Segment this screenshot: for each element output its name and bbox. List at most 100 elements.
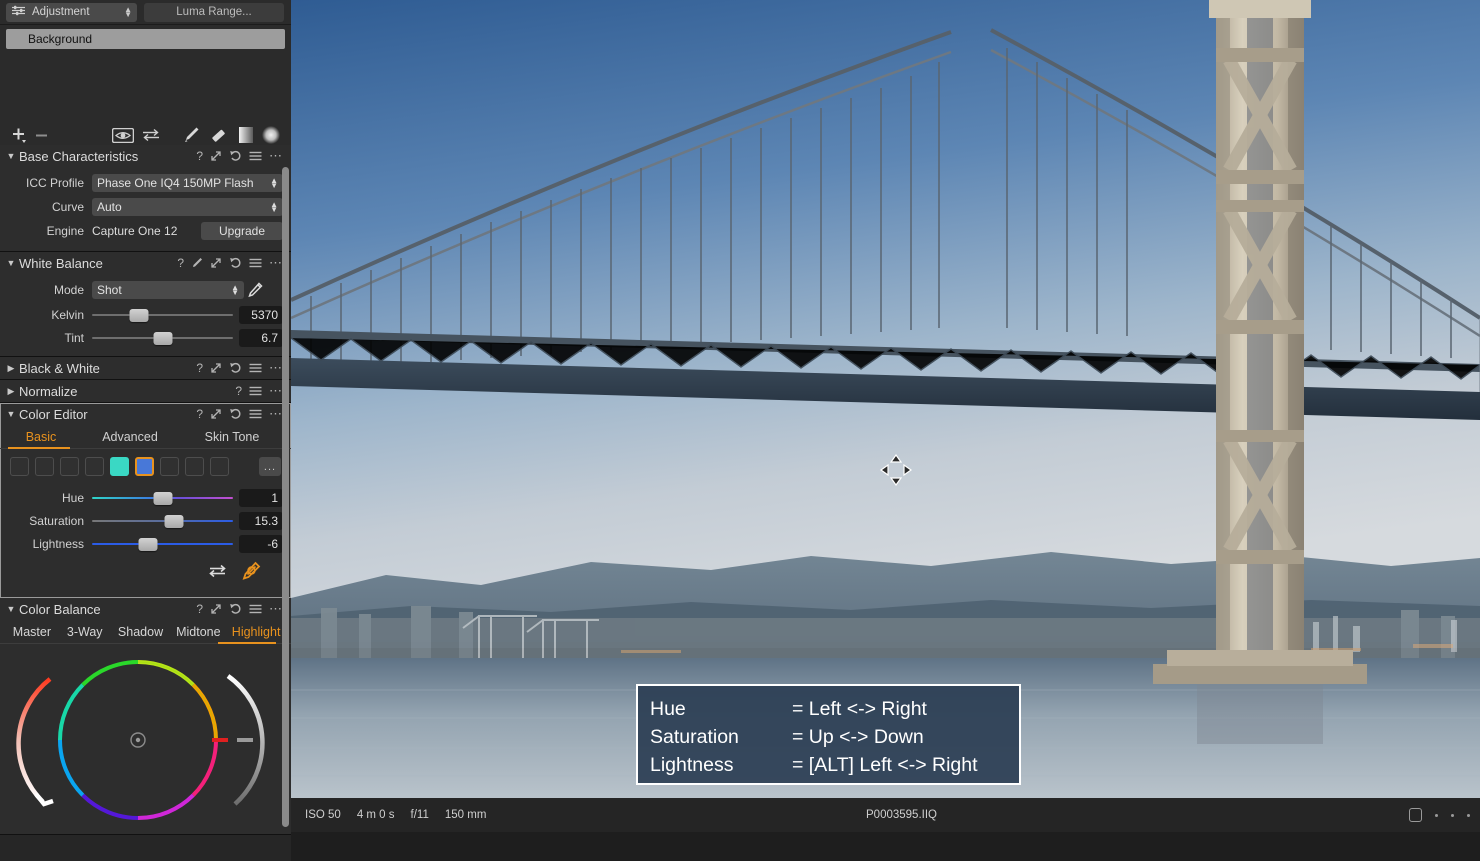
expand-icon[interactable] bbox=[210, 362, 222, 374]
menu-icon[interactable] bbox=[249, 258, 262, 268]
help-icon[interactable]: ? bbox=[196, 361, 203, 375]
more-icon[interactable]: ⋯ bbox=[269, 361, 283, 374]
color-swatch-8[interactable] bbox=[185, 457, 204, 476]
remove-layer-icon[interactable] bbox=[30, 128, 52, 143]
color-swatch-4[interactable] bbox=[85, 457, 104, 476]
dot-icon[interactable] bbox=[1451, 813, 1454, 817]
tint-knob[interactable] bbox=[153, 331, 172, 345]
dot-icon[interactable] bbox=[1435, 813, 1438, 817]
expand-icon[interactable] bbox=[210, 603, 222, 615]
saturation-slider[interactable] bbox=[92, 512, 233, 530]
add-layer-icon[interactable] bbox=[8, 127, 30, 144]
tools-scroll-area[interactable]: ▼ Base Characteristics ? ⋯ ICC Profile P… bbox=[0, 145, 291, 861]
tool-header-white-balance[interactable]: ▼ White Balance ? ⋯ bbox=[0, 252, 291, 274]
color-balance-wheel[interactable] bbox=[0, 644, 291, 834]
tab-3-way[interactable]: 3-Way bbox=[58, 625, 112, 643]
chevron-right-icon[interactable]: ▶ bbox=[5, 363, 17, 374]
chevron-down-icon[interactable]: ▼ bbox=[5, 258, 17, 268]
tool-header-color-balance[interactable]: ▼ Color Balance ? ⋯ bbox=[0, 598, 291, 620]
color-swatch-2[interactable] bbox=[35, 457, 54, 476]
menu-icon[interactable] bbox=[249, 151, 262, 161]
kelvin-value[interactable]: 5370 bbox=[239, 305, 283, 324]
kelvin-knob[interactable] bbox=[129, 308, 149, 322]
hue-slider[interactable] bbox=[92, 489, 233, 507]
color-swatch-5[interactable] bbox=[110, 457, 129, 476]
swap-arrows-icon[interactable] bbox=[208, 564, 227, 583]
swap-icon[interactable] bbox=[137, 128, 165, 142]
tint-slider[interactable] bbox=[92, 329, 233, 347]
lightness-knob[interactable] bbox=[138, 537, 158, 551]
more-swatches-button[interactable]: ... bbox=[259, 457, 281, 476]
color-swatch-1[interactable] bbox=[10, 457, 29, 476]
lightness-slider[interactable] bbox=[92, 535, 233, 553]
tools-scrollbar[interactable] bbox=[282, 167, 289, 827]
menu-icon[interactable] bbox=[249, 409, 262, 419]
icc-profile-dropdown[interactable]: Phase One IQ4 150MP Flash ▲ ▼ bbox=[92, 173, 283, 192]
tab-advanced[interactable]: Advanced bbox=[78, 430, 182, 444]
proof-square-icon[interactable] bbox=[1409, 808, 1422, 822]
expand-icon[interactable] bbox=[210, 257, 222, 269]
reset-icon[interactable] bbox=[229, 603, 242, 615]
menu-icon[interactable] bbox=[249, 363, 262, 373]
menu-icon[interactable] bbox=[249, 386, 262, 396]
chevron-down-icon[interactable]: ▼ bbox=[5, 604, 17, 614]
help-icon[interactable]: ? bbox=[196, 407, 203, 421]
saturation-value[interactable]: 15.3 bbox=[239, 511, 283, 530]
saturation-knob[interactable] bbox=[164, 514, 184, 528]
dot-icon[interactable] bbox=[1467, 813, 1470, 817]
tab-highlight[interactable]: Highlight bbox=[227, 625, 285, 643]
reset-icon[interactable] bbox=[229, 150, 242, 162]
tool-header-color-editor[interactable]: ▼ Color Editor ? ⋯ bbox=[0, 403, 291, 425]
more-icon[interactable]: ⋯ bbox=[269, 149, 283, 162]
eraser-icon[interactable] bbox=[205, 125, 233, 145]
color-swatch-9[interactable] bbox=[210, 457, 229, 476]
eye-icon[interactable] bbox=[109, 127, 137, 143]
tool-header-black-and-white[interactable]: ▶ Black & White ? ⋯ bbox=[0, 357, 291, 379]
tab-basic[interactable]: Basic bbox=[4, 430, 78, 444]
gradient-mask-icon[interactable] bbox=[233, 127, 259, 143]
help-icon[interactable]: ? bbox=[196, 602, 203, 616]
more-icon[interactable]: ⋯ bbox=[269, 602, 283, 615]
menu-icon[interactable] bbox=[249, 604, 262, 614]
color-picker-icon[interactable] bbox=[241, 561, 261, 586]
adjustment-dropdown[interactable]: Adjustment ▲ ▼ bbox=[6, 2, 137, 22]
brush-icon[interactable] bbox=[177, 125, 205, 145]
expand-icon[interactable] bbox=[210, 150, 222, 162]
more-icon[interactable]: ⋯ bbox=[269, 384, 283, 397]
help-icon[interactable]: ? bbox=[177, 256, 184, 270]
hue-value[interactable]: 1 bbox=[239, 488, 283, 507]
tint-value[interactable]: 6.7 bbox=[239, 328, 283, 347]
tab-shadow[interactable]: Shadow bbox=[112, 625, 170, 643]
help-icon[interactable]: ? bbox=[235, 384, 242, 398]
picker-icon[interactable] bbox=[191, 257, 203, 269]
tab-skin-tone[interactable]: Skin Tone bbox=[182, 430, 282, 444]
lightness-value[interactable]: -6 bbox=[239, 534, 283, 553]
wb-mode-dropdown[interactable]: Shot ▲ ▼ bbox=[92, 280, 244, 299]
chevron-down-icon[interactable]: ▼ bbox=[5, 409, 17, 419]
reset-icon[interactable] bbox=[229, 362, 242, 374]
color-swatch-3[interactable] bbox=[60, 457, 79, 476]
tool-header-normalize[interactable]: ▶ Normalize ? ⋯ bbox=[0, 380, 291, 402]
expand-icon[interactable] bbox=[210, 408, 222, 420]
hue-knob[interactable] bbox=[153, 491, 172, 505]
color-swatch-6-selected[interactable] bbox=[135, 457, 154, 476]
reset-icon[interactable] bbox=[229, 408, 242, 420]
layer-item-background[interactable]: Background bbox=[6, 29, 285, 49]
more-icon[interactable]: ⋯ bbox=[269, 407, 283, 420]
photo-canvas[interactable]: Hue = Left <-> Right Saturation = Up <->… bbox=[291, 0, 1480, 798]
color-swatch-7[interactable] bbox=[160, 457, 179, 476]
kelvin-slider[interactable] bbox=[92, 306, 233, 324]
luma-range-button[interactable]: Luma Range... bbox=[144, 2, 284, 22]
reset-icon[interactable] bbox=[229, 257, 242, 269]
help-icon[interactable]: ? bbox=[196, 149, 203, 163]
chevron-right-icon[interactable]: ▶ bbox=[5, 386, 17, 397]
radial-mask-icon[interactable] bbox=[259, 126, 283, 144]
tab-master[interactable]: Master bbox=[6, 625, 58, 643]
chevron-down-icon[interactable]: ▼ bbox=[5, 151, 17, 161]
upgrade-button[interactable]: Upgrade bbox=[201, 221, 283, 240]
curve-dropdown[interactable]: Auto ▲ ▼ bbox=[92, 197, 283, 216]
tab-midtone[interactable]: Midtone bbox=[169, 625, 227, 643]
more-icon[interactable]: ⋯ bbox=[269, 256, 283, 269]
white-balance-picker-icon[interactable] bbox=[244, 281, 266, 298]
tool-header-base-characteristics[interactable]: ▼ Base Characteristics ? ⋯ bbox=[0, 145, 291, 167]
